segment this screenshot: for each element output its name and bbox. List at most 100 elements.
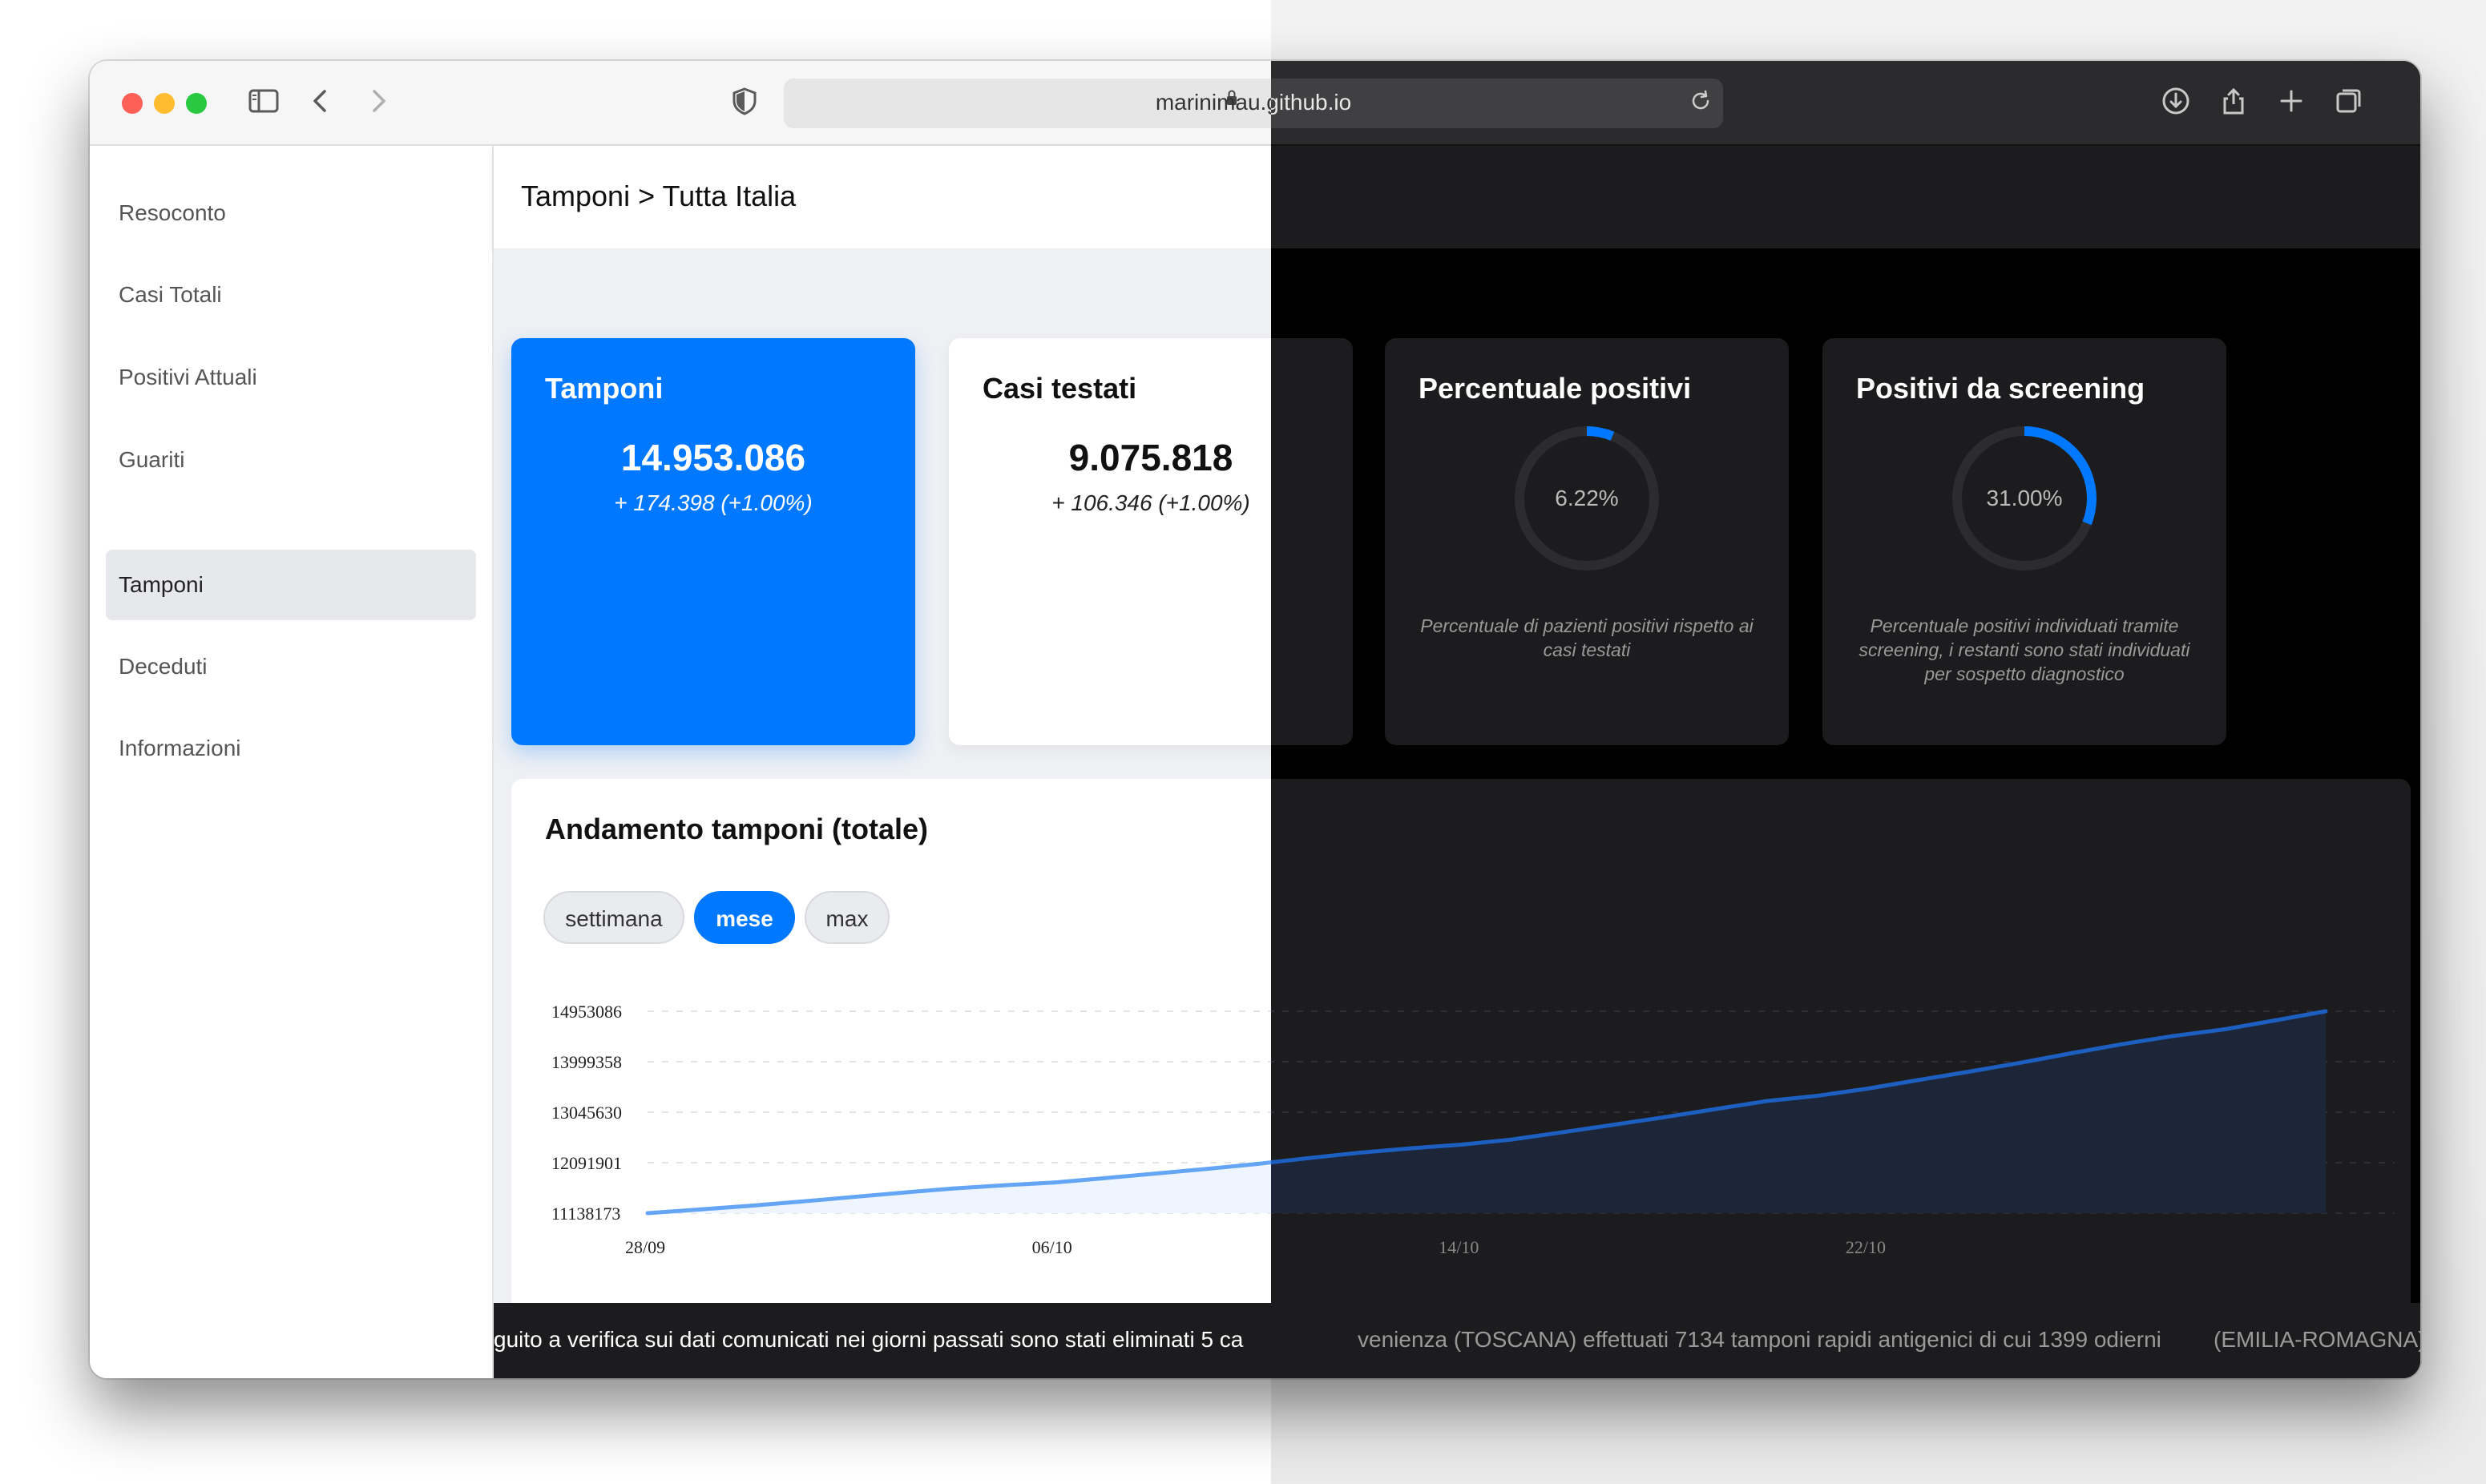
- chart-point: [849, 1195, 854, 1200]
- card-value: 9.075.818: [1068, 437, 1233, 478]
- zoom-window-button[interactable]: [186, 93, 207, 114]
- chart-point: [1866, 1087, 1871, 1091]
- chart-point: [2171, 1034, 2176, 1038]
- chart-point: [1814, 1094, 1819, 1099]
- sidebar-nav: Resoconto Casi Totali Positivi Attuali G…: [90, 146, 494, 1378]
- chart-point: [1052, 1180, 1057, 1185]
- minimize-window-button[interactable]: [154, 93, 175, 114]
- app-dark: marinimau.github.io Resoconto Casi Total…: [1271, 61, 2420, 1378]
- plus-icon[interactable]: [2273, 85, 2310, 122]
- chart-point: [899, 1190, 904, 1195]
- card-value: 14.953.086: [620, 437, 806, 478]
- x-tick-label: 28/09: [625, 1237, 665, 1257]
- sidebar-item-positivi-attuali[interactable]: Positivi Attuali: [106, 342, 476, 413]
- y-tick-label: 13045630: [551, 1103, 622, 1123]
- x-tick-label: 22/10: [1846, 1237, 1886, 1257]
- chart-point: [1154, 1171, 1159, 1176]
- chart-point: [1967, 1069, 1972, 1074]
- sidebar-icon[interactable]: [245, 85, 282, 122]
- y-tick-label: 11138173: [551, 1204, 620, 1224]
- sidebar-item-guariti[interactable]: Guariti: [106, 425, 476, 495]
- chart-point: [696, 1207, 700, 1212]
- card-casi-testati[interactable]: Casi testati 9.075.818 + 106.346 (+1.00%…: [1271, 338, 1353, 745]
- chart-point: [747, 1204, 752, 1208]
- range-button-mese[interactable]: mese: [694, 891, 795, 944]
- shield-icon[interactable]: [726, 85, 763, 122]
- sidebar-item-casi-totali[interactable]: Casi Totali: [106, 260, 476, 330]
- card-delta: + 106.346 (+1.00%): [1271, 490, 1353, 516]
- chart-panel: Andamento tamponi (totale) settimana mes…: [1271, 779, 2411, 1378]
- chart-point: [1103, 1176, 1108, 1180]
- chart-title: Andamento tamponi (totale): [545, 813, 928, 845]
- ticker-text: guito a verifica sui dati comunicati nei…: [494, 1327, 1244, 1352]
- chart-point: [2273, 1018, 2278, 1022]
- card-delta: + 174.398 (+1.00%): [614, 490, 813, 515]
- card-title: Tamponi: [545, 372, 664, 405]
- card-description: Percentuale di pazienti positivi rispett…: [1420, 615, 1754, 660]
- page-header: Tamponi > Tutta Italia: [494, 146, 1271, 248]
- x-tick-label: 14/10: [1439, 1237, 1479, 1257]
- news-ticker: guito a verifica sui dati comunicati nei…: [1271, 1303, 2420, 1378]
- page-header: Tamponi > Tutta Italia: [1271, 146, 2420, 248]
- tabs-overview-icon[interactable]: [2331, 85, 2367, 122]
- news-ticker: guito a verifica sui dati comunicati nei…: [494, 1303, 1271, 1378]
- browser-window: marinimau.github.io Resoconto Casi Total…: [90, 61, 2420, 1378]
- url-text: marinimau.github.io: [1155, 90, 1271, 115]
- card-description: Percentuale positivi individuati tramite…: [1858, 615, 2190, 684]
- chart-point: [2069, 1050, 2074, 1055]
- card-title: Positivi da screening: [1856, 372, 2145, 405]
- chart-point: [2323, 1009, 2328, 1014]
- page-title: Tamponi > Tutta Italia: [521, 179, 797, 212]
- sidebar-item-resoconto[interactable]: Resoconto: [106, 178, 476, 248]
- chart-point: [1306, 1155, 1311, 1160]
- gauge-percentuale-positivi: 6.22%: [1507, 418, 1667, 579]
- dark-theme-view: marinimau.github.io Resoconto Casi Total…: [1271, 61, 2420, 1378]
- main-content: Tamponi 14.953.086 + 174.398 (+1.00%) Ca…: [1271, 248, 2420, 1378]
- share-icon[interactable]: [2215, 85, 2252, 122]
- address-bar[interactable]: marinimau.github.io: [1271, 79, 1723, 128]
- card-percentuale-positivi[interactable]: Percentuale positivi 6.22% Percentuale d…: [1385, 338, 1789, 745]
- gauge-value: 31.00%: [1986, 486, 2063, 510]
- range-button-max[interactable]: max: [805, 891, 890, 944]
- chart-point: [1357, 1151, 1362, 1155]
- download-icon[interactable]: [2157, 85, 2194, 122]
- chart-point: [2018, 1060, 2023, 1065]
- address-bar[interactable]: marinimau.github.io: [784, 79, 1271, 128]
- browser-toolbar: marinimau.github.io: [90, 61, 1271, 146]
- range-button-settimana[interactable]: settimana: [543, 891, 684, 944]
- chart-panel: Andamento tamponi (totale) settimana mes…: [511, 779, 1271, 1378]
- chart-point: [2222, 1027, 2226, 1032]
- browser-toolbar: marinimau.github.io: [1271, 61, 2420, 146]
- chart-point: [1560, 1130, 1565, 1135]
- chart-point: [645, 1211, 650, 1216]
- light-theme-view: marinimau.github.io Resoconto Casi Total…: [90, 61, 1271, 1378]
- close-window-button[interactable]: [122, 93, 143, 114]
- card-value: 9.075.818: [1271, 436, 1353, 479]
- sidebar-item-informazioni[interactable]: Informazioni: [106, 713, 476, 784]
- url-text: marinimau.github.io: [1271, 90, 1352, 115]
- chart-area: [648, 1162, 1271, 1213]
- sidebar-item-tamponi[interactable]: Tamponi: [106, 550, 476, 620]
- y-tick-label: 14953086: [551, 1002, 622, 1022]
- chevron-right-icon[interactable]: [359, 85, 396, 122]
- screenshot-stage: marinimau.github.io Resoconto Casi Total…: [0, 0, 2486, 1484]
- chart-point: [1408, 1146, 1413, 1151]
- card-positivi-screening[interactable]: Positivi da screening 31.00% Percentuale…: [1822, 338, 2226, 745]
- card-title: Casi testati: [983, 372, 1137, 405]
- sidebar-item-deceduti[interactable]: Deceduti: [106, 631, 476, 702]
- reload-icon[interactable]: [1688, 88, 1713, 120]
- gauge-value: 6.22%: [1555, 486, 1619, 510]
- chart-point: [1001, 1183, 1006, 1188]
- chart-point: [2120, 1042, 2125, 1046]
- card-title: Percentuale positivi: [1419, 372, 1692, 405]
- card-casi-testati[interactable]: Casi testati 9.075.818 + 106.346 (+1.00%…: [949, 338, 1271, 745]
- chart-point: [1205, 1167, 1209, 1171]
- card-delta: + 106.346 (+1.00%): [1051, 490, 1250, 515]
- chevron-left-icon[interactable]: [303, 85, 340, 122]
- ticker-text: venienza (TOSCANA) effettuati 7134 tampo…: [1358, 1327, 2161, 1352]
- ticker-text: (EMILIA-ROMAGNA): [2214, 1327, 2420, 1352]
- chart-point: [1612, 1123, 1616, 1127]
- chart-point: [1916, 1078, 1921, 1083]
- card-tamponi[interactable]: Tamponi 14.953.086 + 174.398 (+1.00%): [511, 338, 915, 745]
- chart-point: [1662, 1115, 1667, 1119]
